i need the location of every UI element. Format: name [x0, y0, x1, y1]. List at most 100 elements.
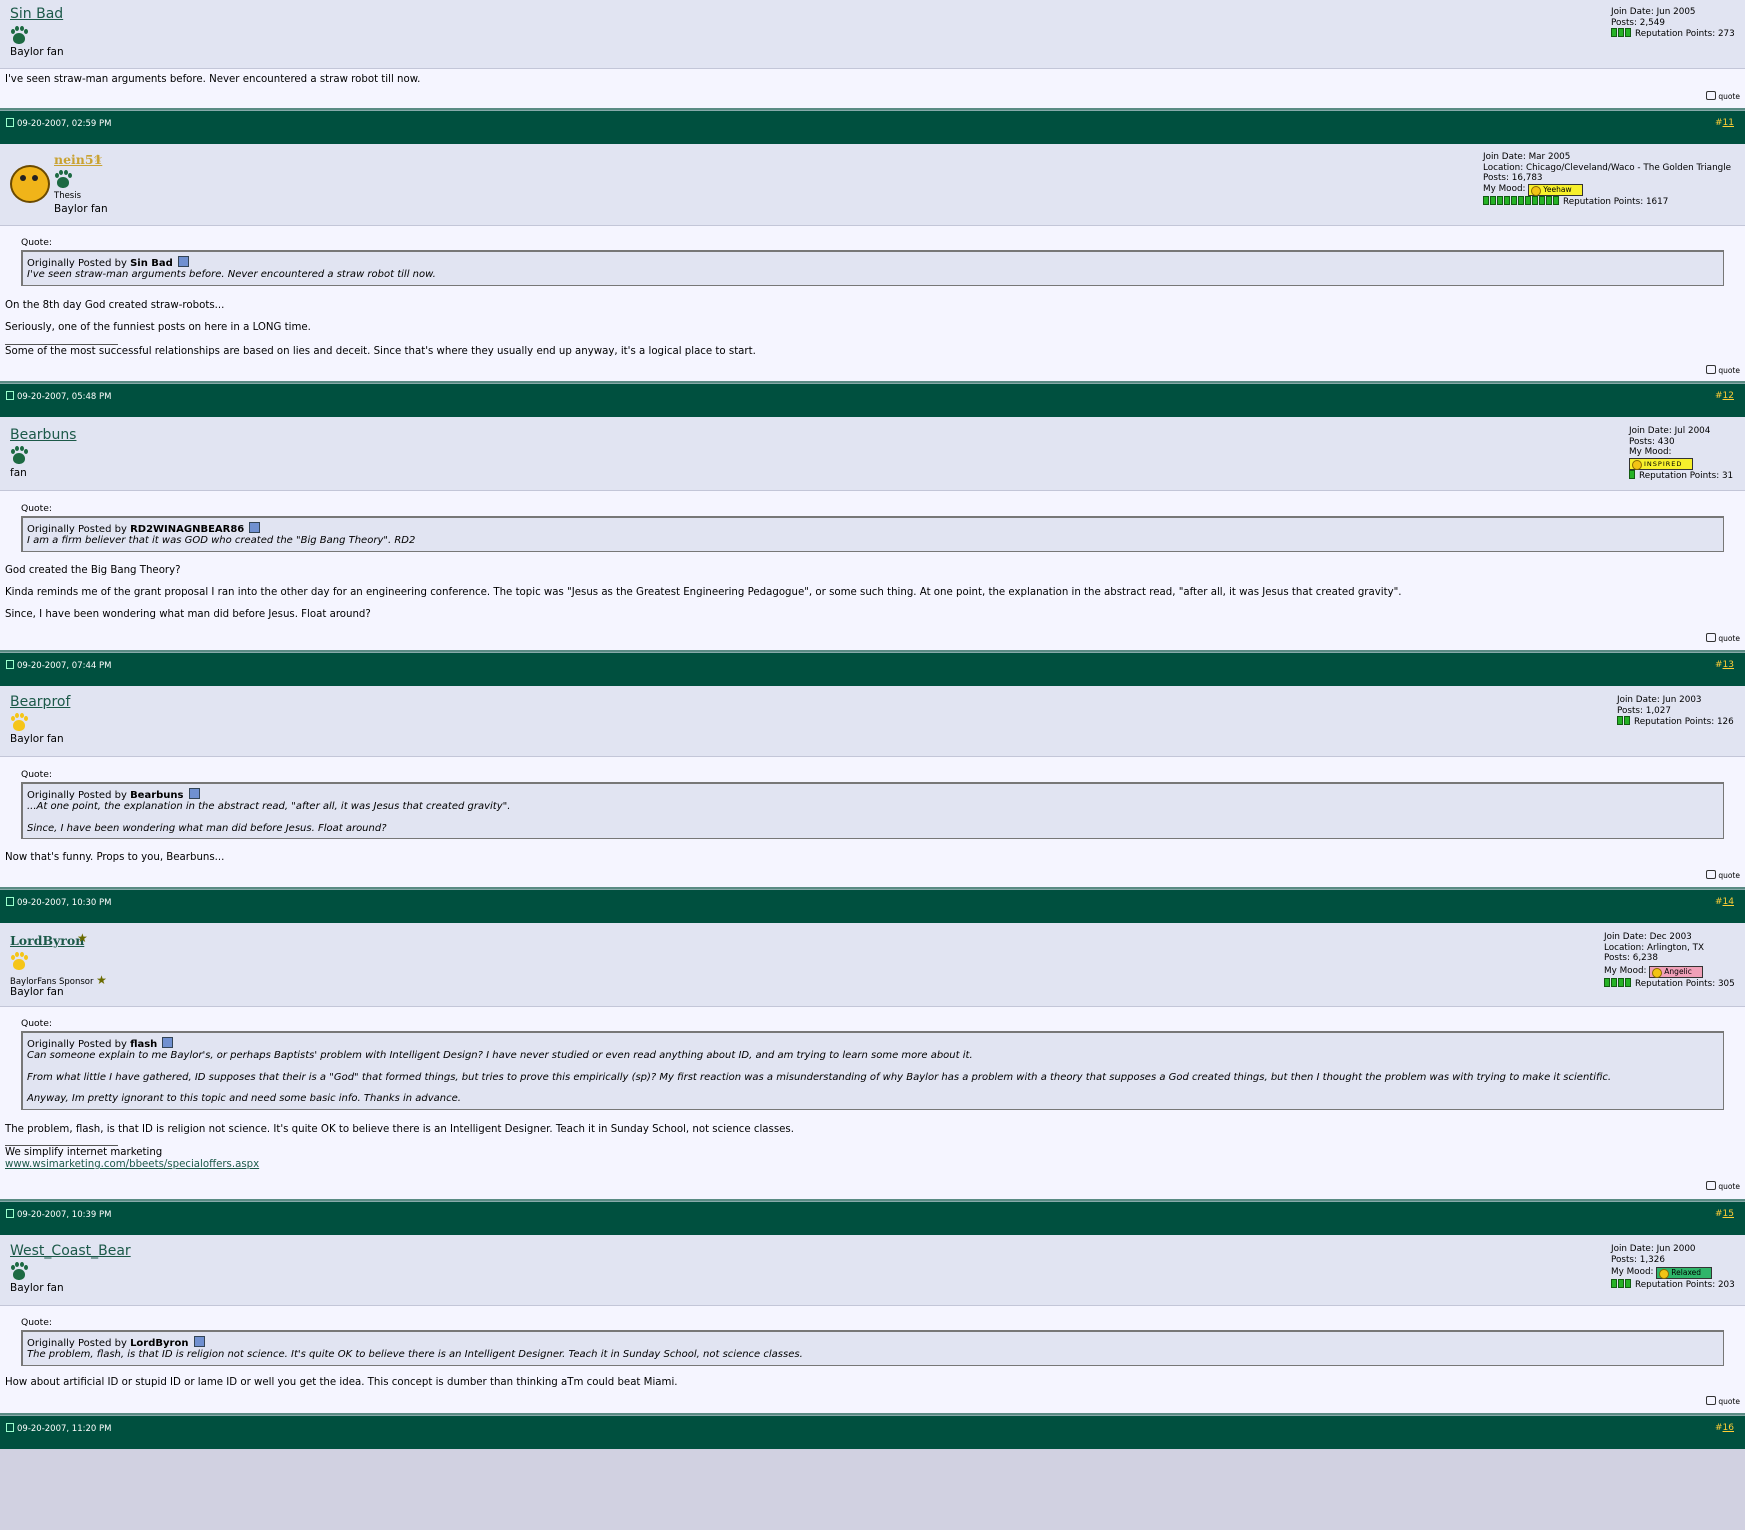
quote-text: From what little I have gathered, ID sup… [27, 1072, 1612, 1083]
post-icon [6, 660, 14, 669]
signature-link: www.wsimarketing.com/bbeets/specialoffer… [5, 1159, 259, 1170]
signature-text: Some of the most successful relationship… [5, 346, 756, 357]
reputation-bar [1611, 28, 1632, 41]
mood-icon: Yeehaw [1528, 183, 1583, 196]
view-post-icon[interactable] [188, 788, 200, 799]
user-rank: BaylorFans Sponsor ★ [10, 973, 107, 987]
quote-icon [1706, 91, 1717, 100]
quote-button[interactable]: quote [1706, 365, 1740, 375]
post-text: Seriously, one of the funniest posts on … [5, 322, 311, 333]
user-bar: Sin Bad Baylor fan Join Date: Jun 2005 P… [0, 0, 1745, 69]
user-info: Join Date: Mar 2005 Location: Chicago/Cl… [1483, 152, 1731, 208]
quote-text: The problem, flash, is that ID is religi… [27, 1349, 803, 1360]
post-14: 09-20-2007, 10:30 PM #14 LordByron ★ Bay… [0, 889, 1745, 1201]
signature-divider [5, 344, 118, 345]
post-number: #12 [1715, 391, 1734, 401]
user-bar: Bearprof Baylor fan Join Date: Jun 2003 … [0, 686, 1745, 757]
quote-text: I've seen straw-man arguments before. Ne… [27, 269, 436, 280]
view-post-icon[interactable] [249, 522, 261, 533]
post-number: #16 [1715, 1423, 1734, 1433]
post-date: 09-20-2007, 02:59 PM [6, 118, 111, 129]
user-title: Baylor fan [10, 733, 64, 745]
post-number: #14 [1715, 897, 1734, 907]
location: Location: Chicago/Cleveland/Waco - The G… [1483, 162, 1732, 173]
user-bar: Bearbuns fan Join Date: Jul 2004 Posts: … [0, 417, 1745, 491]
reputation: Reputation Points: 305 [1604, 977, 1735, 991]
quote-icon [1706, 1396, 1717, 1405]
join-date: Join Date: Mar 2005 [1483, 152, 1571, 162]
quote-icon [1706, 365, 1717, 374]
quote-label: Quote: [21, 1018, 53, 1029]
view-post-icon[interactable] [162, 1037, 174, 1048]
join-date: Join Date: Dec 2003 [1604, 932, 1692, 942]
post-number-link[interactable]: 12 [1723, 391, 1734, 401]
bear-paw-icon [10, 951, 28, 971]
mood: My Mood: Yeehaw [1483, 183, 1731, 196]
join-date: Join Date: Jul 2004 [1629, 426, 1711, 436]
post-number-link[interactable]: 11 [1723, 118, 1734, 128]
quote-box: Originally Posted by RD2WINAGNBEAR86 I a… [21, 516, 1724, 552]
post-date: 09-20-2007, 07:44 PM [6, 660, 111, 671]
reputation: Reputation Points: 126 [1617, 716, 1734, 729]
quote-attribution: Originally Posted by Bearbuns [27, 788, 200, 801]
mood: My Mood: Relaxed [1611, 1267, 1735, 1279]
post-number-link[interactable]: 15 [1723, 1209, 1734, 1219]
quote-button[interactable]: quote [1706, 633, 1740, 643]
post-count: Posts: 6,238 [1604, 953, 1658, 963]
quote-attribution: Originally Posted by LordByron [27, 1336, 205, 1349]
mood-label: My Mood: [1629, 447, 1672, 457]
signature-url[interactable]: www.wsimarketing.com/bbeets/specialoffer… [5, 1159, 259, 1170]
post-number: #15 [1715, 1209, 1734, 1219]
quote-icon [1706, 870, 1717, 879]
bear-paw-icon [10, 1261, 28, 1281]
post-16: 09-20-2007, 11:20 PM #16 [0, 1415, 1745, 1504]
reputation-bar [1629, 469, 1636, 483]
username-link[interactable]: Bearprof [10, 694, 70, 710]
post-10: Sin Bad Baylor fan Join Date: Jun 2005 P… [0, 0, 1745, 110]
post-number-link[interactable]: 14 [1723, 897, 1734, 907]
quote-button[interactable]: quote [1706, 91, 1740, 101]
username-link[interactable]: LordByron [10, 933, 84, 948]
view-post-icon[interactable] [193, 1336, 205, 1347]
mood-icon: Angelic [1649, 965, 1703, 978]
post-date: 09-20-2007, 10:30 PM [6, 897, 111, 908]
quote-text: Can someone explain to me Baylor's, or p… [27, 1050, 973, 1061]
user-rank: Thesis [54, 191, 82, 201]
user-info: Join Date: Jun 2003 Posts: 1,027 Reputat… [1617, 695, 1734, 729]
user-bar [0, 1449, 1745, 1504]
quote-icon [1706, 1181, 1717, 1190]
user-title: Baylor fan [10, 46, 64, 58]
post-count: Posts: 1,326 [1611, 1254, 1665, 1265]
post-date: 09-20-2007, 10:39 PM [6, 1209, 111, 1220]
user-title: Baylor fan [10, 986, 64, 998]
quote-author: Sin Bad [130, 258, 173, 269]
quote-button[interactable]: quote [1706, 870, 1740, 880]
username-link[interactable]: West_Coast_Bear [10, 1243, 131, 1259]
reputation-bar [1604, 977, 1632, 991]
post-number-link[interactable]: 13 [1723, 660, 1734, 670]
post-body: Quote: Originally Posted by Bearbuns ...… [0, 757, 1745, 889]
quote-text: I am a firm believer that it was GOD who… [27, 535, 416, 546]
reputation-bar [1617, 716, 1631, 729]
quote-box: Originally Posted by LordByron The probl… [21, 1330, 1724, 1366]
post-text: How about artificial ID or stupid ID or … [5, 1377, 678, 1388]
username-link[interactable]: Bearbuns [10, 427, 76, 443]
post-text: God created the Big Bang Theory? [5, 565, 181, 576]
post-text: On the 8th day God created straw-robots.… [5, 300, 225, 311]
view-post-icon[interactable] [178, 256, 190, 267]
quote-button[interactable]: quote [1706, 1181, 1740, 1191]
star-icon: ☆ [93, 152, 103, 165]
post-count: Posts: 2,549 [1611, 17, 1665, 28]
post-11: 09-20-2007, 02:59 PM #11 nein51 ☆ Thesis… [0, 110, 1745, 383]
quote-button[interactable]: quote [1706, 1396, 1740, 1406]
post-header: 09-20-2007, 10:39 PM #15 [0, 1201, 1745, 1235]
post-date: 09-20-2007, 05:48 PM [6, 391, 111, 402]
quote-author: LordByron [130, 1338, 189, 1349]
join-date: Join Date: Jun 2005 [1611, 7, 1696, 17]
username-link[interactable]: Sin Bad [10, 6, 63, 22]
post-header: 09-20-2007, 11:20 PM #16 [0, 1415, 1745, 1449]
post-icon [6, 1423, 14, 1432]
reputation: Reputation Points: 1617 [1483, 195, 1731, 209]
quote-text: ...At one point, the explanation in the … [27, 801, 511, 812]
post-number-link[interactable]: 16 [1723, 1423, 1734, 1433]
